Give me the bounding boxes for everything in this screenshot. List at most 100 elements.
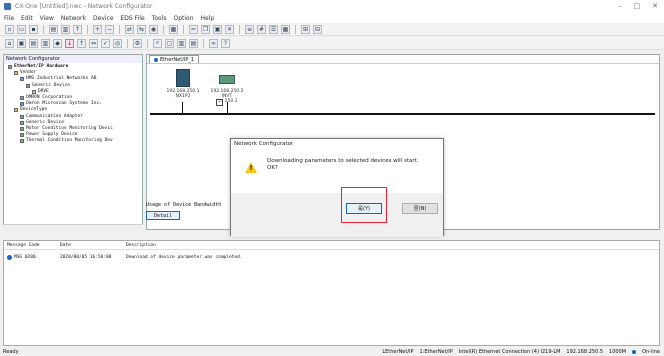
online-icon[interactable]: ◆ — [53, 38, 62, 48]
menu-eds-file[interactable]: EDS File — [121, 15, 145, 22]
toolbar-separator — [163, 24, 164, 34]
menu-device[interactable]: Device — [93, 15, 114, 22]
find-icon[interactable]: ⌕ — [153, 38, 162, 48]
tag-icon[interactable]: ▤ — [189, 38, 198, 48]
minimize-icon[interactable]: – — [618, 2, 622, 10]
zoom-in-icon[interactable]: + — [93, 24, 102, 34]
menu-edit[interactable]: Edit — [21, 15, 33, 22]
tab-strip: EtherNet/IP_1 — [147, 55, 659, 64]
bandwidth-panel: Usage of Device Bandwidth Detail — [146, 202, 234, 230]
node-badge: P — [216, 99, 223, 106]
tree-scrollbar[interactable] — [3, 224, 143, 230]
list-icon[interactable]: ☰ — [269, 24, 278, 34]
paste-icon[interactable]: ▣ — [213, 24, 222, 34]
hardware-tree: EtherNet/IP Hardware Vendor HMS Industri… — [4, 63, 142, 145]
upload-device-icon[interactable]: ↑ — [77, 38, 86, 48]
yes-button[interactable]: 是(Y) — [346, 203, 382, 214]
log-header: Message Code Date Description — [4, 241, 659, 250]
dialog-message: Downloading parameters to selected devic… — [267, 158, 419, 164]
device-icon — [20, 139, 24, 144]
title-bar: CX-One [Untitled].nwc - Network Configur… — [0, 0, 664, 13]
app-icon — [4, 3, 11, 10]
message-log: Message Code Date Description MSG 0200 2… — [3, 240, 660, 346]
wrench-icon[interactable]: ⚙ — [133, 38, 142, 48]
online-status-icon — [632, 350, 637, 354]
toolbar-separator — [203, 38, 204, 48]
parameter-icon[interactable]: ▥ — [41, 38, 50, 48]
upload-icon[interactable]: ↑ — [73, 24, 82, 34]
align-icon[interactable]: ≡ — [245, 24, 254, 34]
device-icon — [20, 133, 24, 138]
compare-icon[interactable]: ⇔ — [89, 38, 98, 48]
col-description[interactable]: Description — [126, 243, 156, 248]
vendor-icon — [20, 77, 24, 82]
toolbar-main: ▫ ▭ ▪ ▤ ▥ ↑ + − ⇄ ⇆ ◉ ▦ ✂ ❐ ▣ ✕ ≡ # ☰ ▦ … — [0, 23, 664, 36]
col-message-code[interactable]: Message Code — [4, 243, 60, 248]
device-nx1p2[interactable]: 192.168.250.1 NX1P2 — [163, 69, 203, 99]
close-icon[interactable]: ✕ — [652, 2, 658, 10]
col-date[interactable]: Date — [60, 243, 126, 248]
device-icon — [20, 114, 24, 119]
vendor-icon — [20, 96, 24, 101]
tree-header: Network Configurator — [4, 55, 142, 63]
log-row[interactable]: MSG 0200 2020/08/05 16:50:08 Download of… — [4, 253, 659, 261]
info-icon — [7, 254, 12, 260]
open-icon[interactable]: ▭ — [17, 24, 26, 34]
layout2-icon[interactable]: ⊟ — [313, 24, 322, 34]
binoculars-icon[interactable]: ∞ — [209, 38, 218, 48]
verify-icon[interactable]: ✓ — [101, 38, 110, 48]
tab-ethernet-ip-1[interactable]: EtherNet/IP_1 — [149, 55, 200, 63]
preview-icon[interactable]: ▥ — [61, 24, 70, 34]
menu-file[interactable]: File — [4, 15, 14, 22]
menu-view[interactable]: View — [40, 15, 54, 22]
register-icon[interactable]: ▣ — [17, 38, 26, 48]
monitor-icon[interactable]: ◉ — [149, 24, 158, 34]
hardware-tree-pane: Network Configurator EtherNet/IP Hardwar… — [3, 54, 143, 230]
dialog-question: OK? — [267, 165, 278, 171]
layout-icon[interactable]: ⊞ — [301, 24, 310, 34]
copy-icon[interactable]: ❐ — [201, 24, 210, 34]
device-icon[interactable]: ▤ — [29, 38, 38, 48]
device-icon — [26, 83, 30, 88]
cut-icon[interactable]: ✂ — [189, 24, 198, 34]
menu-option[interactable]: Option — [173, 15, 193, 22]
delete-icon[interactable]: ✕ — [225, 24, 234, 34]
folder-icon — [14, 71, 18, 76]
device-invt[interactable]: 192.168.250.2 INVT P 250.1 — [207, 69, 247, 106]
maximize-icon[interactable]: □ — [634, 2, 641, 10]
network-icon — [8, 65, 12, 70]
drive-icon — [32, 89, 36, 94]
no-button[interactable]: 否(N) — [402, 203, 438, 214]
help-icon[interactable]: ? — [221, 38, 230, 48]
menu-tools[interactable]: Tools — [152, 15, 167, 22]
menu-network[interactable]: Network — [61, 15, 86, 22]
ethernet-bus-line — [150, 113, 655, 115]
tree-item[interactable]: Thermal Condition Monitoring Dev — [6, 138, 140, 144]
table-icon[interactable]: ▦ — [281, 24, 290, 34]
toolbar-separator — [119, 24, 120, 34]
connect-icon[interactable]: ⇄ — [125, 24, 134, 34]
bandwidth-label: Usage of Device Bandwidth — [146, 202, 222, 208]
toolbar-separator — [87, 24, 88, 34]
new-icon[interactable]: ▫ — [5, 24, 14, 34]
menu-help[interactable]: Help — [201, 15, 215, 22]
monitor-device-icon[interactable]: ◎ — [113, 38, 122, 48]
confirm-dialog: Network Configurator ! Downloading param… — [230, 138, 444, 237]
disconnect-icon[interactable]: ⇆ — [137, 24, 146, 34]
dialog-footer — [231, 193, 443, 237]
vendor-icon — [20, 102, 24, 107]
toolbar-separator — [43, 24, 44, 34]
plc-icon — [176, 69, 190, 87]
print2-icon[interactable]: ▦ — [169, 24, 178, 34]
folder-icon — [14, 108, 18, 113]
print-icon[interactable]: ▤ — [49, 24, 58, 34]
io-icon[interactable]: ▥ — [177, 38, 186, 48]
toolbar-separator — [183, 24, 184, 34]
detail-button[interactable]: Detail — [146, 211, 180, 220]
save-icon[interactable]: ▪ — [29, 24, 38, 34]
zoom-out-icon[interactable]: − — [105, 24, 114, 34]
download-icon[interactable]: ↓ — [65, 38, 74, 48]
network-icon[interactable]: ⌂ — [5, 38, 14, 48]
grid-icon[interactable]: # — [257, 24, 266, 34]
properties-icon[interactable]: ▢ — [165, 38, 174, 48]
